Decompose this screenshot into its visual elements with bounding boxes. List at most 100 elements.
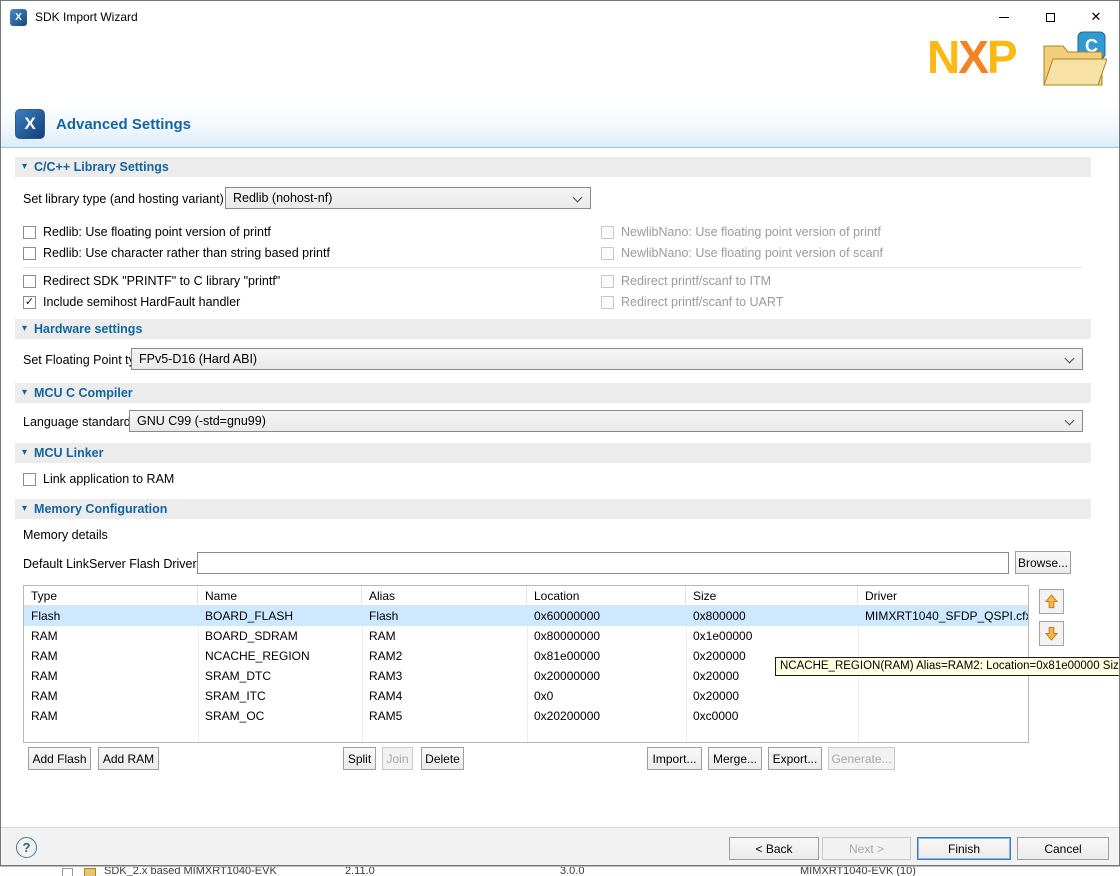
close-button[interactable]: ✕ (1073, 1, 1119, 33)
section-title: Hardware settings (34, 322, 142, 336)
flash-driver-label: Default LinkServer Flash Driver (23, 557, 197, 571)
wizard-header: X Advanced Settings (1, 101, 1119, 148)
app-icon: X (10, 9, 27, 26)
checkbox-box (23, 275, 36, 288)
divider (23, 267, 1083, 268)
library-type-value: Redlib (nohost-nf) (233, 191, 332, 205)
merge-button[interactable]: Merge... (708, 747, 762, 770)
collapse-triangle-icon: ▾ (22, 448, 27, 458)
checkbox-newlibnano-float-scanf: NewlibNano: Use floating point version o… (601, 245, 883, 261)
language-standard-value: GNU C99 (-std=gnu99) (137, 414, 266, 428)
mcuxpresso-badge-icon: X (15, 109, 45, 139)
table-row-sram-itc[interactable]: RAM SRAM_ITC RAM4 0x0 0x20000 (24, 686, 1028, 706)
floating-point-select[interactable]: FPv5-D16 (Hard ABI) (131, 348, 1083, 370)
finish-button[interactable]: Finish (917, 837, 1011, 860)
import-button[interactable]: Import... (647, 747, 702, 770)
checkbox-box (601, 226, 614, 239)
column-header-type[interactable]: Type (24, 586, 198, 605)
titlebar[interactable]: X SDK Import Wizard ✕ (1, 1, 1119, 33)
help-icon[interactable]: ? (16, 837, 37, 858)
move-up-button[interactable] (1039, 589, 1064, 614)
background-boards: MIMXRT1040-EVK (10) (800, 866, 916, 876)
maximize-button[interactable] (1027, 1, 1073, 33)
section-mcu-linker[interactable]: ▾ MCU Linker (15, 443, 1091, 463)
back-button[interactable]: < Back (729, 837, 819, 860)
sdk-import-wizard-window: X SDK Import Wizard ✕ NXP C X Advanced S… (0, 0, 1120, 866)
checkbox-redirect-uart: Redirect printf/scanf to UART (601, 294, 783, 310)
next-button: Next > (822, 837, 911, 860)
checkbox-box-checked: ✓ (23, 296, 36, 309)
language-standard-select[interactable]: GNU C99 (-std=gnu99) (129, 410, 1083, 432)
section-title: MCU Linker (34, 446, 103, 460)
cancel-button[interactable]: Cancel (1017, 837, 1109, 860)
background-window-strip[interactable]: SDK_2.x based MIMXRT1040-EVK 2.11.0 3.0.… (0, 866, 1120, 876)
collapse-triangle-icon: ▾ (22, 388, 27, 398)
collapse-triangle-icon: ▾ (22, 162, 27, 172)
section-memory-configuration[interactable]: ▾ Memory Configuration (15, 499, 1091, 519)
delete-button[interactable]: Delete (421, 747, 464, 770)
checkbox-box (601, 296, 614, 309)
background-manifest-version: 3.0.0 (560, 866, 584, 876)
section-hardware-settings[interactable]: ▾ Hardware settings (15, 319, 1091, 339)
memory-row-tooltip: NCACHE_REGION(RAM) Alias=RAM2: Location=… (775, 657, 1120, 676)
export-button[interactable]: Export... (768, 747, 822, 770)
checkbox-box (23, 247, 36, 260)
checkbox-redlib-char-printf[interactable]: Redlib: Use character rather than string… (23, 245, 330, 261)
checkbox-redlib-float-printf[interactable]: Redlib: Use floating point version of pr… (23, 224, 271, 240)
flash-driver-input[interactable] (197, 552, 1009, 574)
window-controls: ✕ (981, 1, 1119, 33)
section-mcu-c-compiler[interactable]: ▾ MCU C Compiler (15, 383, 1091, 403)
minimize-button[interactable] (981, 1, 1027, 33)
column-header-driver[interactable]: Driver (858, 586, 1028, 605)
checkbox-box (23, 226, 36, 239)
checkbox-box (601, 247, 614, 260)
maximize-icon (1046, 13, 1055, 22)
table-row-board-flash[interactable]: Flash BOARD_FLASH Flash 0x60000000 0x800… (24, 606, 1028, 626)
memory-table-header: Type Name Alias Location Size Driver (24, 586, 1028, 606)
section-title: MCU C Compiler (34, 386, 133, 400)
add-flash-button[interactable]: Add Flash (28, 747, 91, 770)
checkbox-link-application-to-ram[interactable]: Link application to RAM (23, 471, 174, 487)
column-header-size[interactable]: Size (686, 586, 858, 605)
browse-button[interactable]: Browse... (1015, 551, 1071, 574)
language-standard-label: Language standard (23, 415, 131, 429)
background-folder-icon (84, 868, 96, 876)
checkbox-box (601, 275, 614, 288)
split-button[interactable]: Split (343, 747, 376, 770)
section-title: C/C++ Library Settings (34, 160, 169, 174)
column-header-alias[interactable]: Alias (362, 586, 527, 605)
nxp-logo: NXP (927, 34, 1016, 80)
page-title: Advanced Settings (56, 116, 191, 133)
checkbox-redirect-sdk-printf[interactable]: Redirect SDK "PRINTF" to C library "prin… (23, 273, 280, 289)
move-down-button[interactable] (1039, 621, 1064, 646)
table-row-sram-oc[interactable]: RAM SRAM_OC RAM5 0x20200000 0xc0000 (24, 706, 1028, 726)
library-type-label: Set library type (and hosting variant) (23, 192, 224, 206)
checkbox-redirect-itm: Redirect printf/scanf to ITM (601, 273, 771, 289)
floating-point-label: Set Floating Point type (23, 353, 149, 367)
collapse-triangle-icon: ▾ (22, 504, 27, 514)
library-type-select[interactable]: Redlib (nohost-nf) (225, 187, 591, 209)
window-title: SDK Import Wizard (35, 10, 138, 24)
column-header-name[interactable]: Name (198, 586, 362, 605)
memory-details-label: Memory details (23, 528, 108, 542)
table-row-board-sdram[interactable]: RAM BOARD_SDRAM RAM 0x80000000 0x1e00000 (24, 626, 1028, 646)
generate-button: Generate... (828, 747, 895, 770)
column-header-location[interactable]: Location (527, 586, 686, 605)
section-library-settings[interactable]: ▾ C/C++ Library Settings (15, 157, 1091, 177)
floating-point-value: FPv5-D16 (Hard ABI) (139, 352, 257, 366)
join-button: Join (382, 747, 413, 770)
checkbox-include-semihost-hardfault[interactable]: ✓ Include semihost HardFault handler (23, 294, 240, 310)
add-ram-button[interactable]: Add RAM (98, 747, 159, 770)
chevron-down-icon (1065, 354, 1075, 364)
checkbox-box (23, 473, 36, 486)
background-sdk-name: SDK_2.x based MIMXRT1040-EVK (104, 866, 277, 876)
arrow-down-icon (1044, 626, 1059, 641)
collapse-triangle-icon: ▾ (22, 324, 27, 334)
chevron-down-icon (1065, 416, 1075, 426)
background-checkbox-icon (62, 868, 73, 876)
background-sdk-version: 2.11.0 (345, 866, 375, 876)
section-title: Memory Configuration (34, 502, 167, 516)
checkbox-newlibnano-float-printf: NewlibNano: Use floating point version o… (601, 224, 881, 240)
c-project-folder-icon: C (1041, 31, 1107, 96)
arrow-up-icon (1044, 594, 1059, 609)
